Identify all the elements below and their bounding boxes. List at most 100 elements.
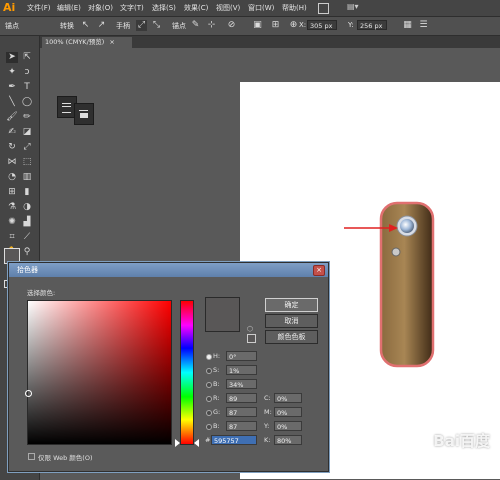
line-tool-icon[interactable]: ╲	[6, 97, 18, 108]
magic-wand-icon[interactable]: ✦	[6, 67, 18, 78]
transform-icon[interactable]: ⊕	[288, 20, 299, 31]
shape-builder-icon[interactable]: ◔	[6, 172, 18, 183]
watermark-logo: Bai百度	[433, 432, 490, 450]
dialog-title-bar: 拾色器 ×	[9, 263, 328, 277]
hue-slider[interactable]	[180, 300, 194, 445]
device-illustration[interactable]	[340, 198, 440, 368]
saturation-label: S:	[213, 366, 220, 374]
cancel-button[interactable]: 取消	[265, 314, 318, 328]
scale-icon[interactable]: ⤢	[21, 142, 33, 153]
mesh-icon[interactable]: ⊞	[6, 187, 18, 198]
x-label: X:	[299, 21, 307, 29]
device-small-button	[391, 247, 401, 257]
hue-slider-left-marker[interactable]	[175, 439, 180, 447]
paintbrush-icon[interactable]: 🖌	[6, 112, 18, 123]
blue-input[interactable]: 87	[226, 421, 257, 431]
connect-path-icon[interactable]: ⊹	[206, 20, 217, 31]
convert-smooth-icon[interactable]: ↗	[96, 20, 107, 31]
green-radio[interactable]	[206, 410, 212, 416]
pen-tool-icon[interactable]: ✒	[6, 82, 18, 93]
workspace-icon[interactable]	[318, 3, 329, 14]
artboard-tool-icon[interactable]: ⌗	[6, 232, 18, 243]
ok-button[interactable]: 确定	[265, 298, 318, 312]
red-label: R:	[213, 394, 220, 402]
hex-input[interactable]: 595757	[211, 435, 257, 445]
panel-menu-icon[interactable]: ☰	[418, 20, 429, 31]
hue-input[interactable]: 0°	[226, 351, 257, 361]
red-input[interactable]: 89	[226, 393, 257, 403]
color-swatches-button[interactable]: 颜色色板	[265, 330, 318, 344]
slice-tool-icon[interactable]: ⟋	[21, 232, 33, 243]
saturation-brightness-field[interactable]	[27, 300, 172, 445]
brightness-radio[interactable]	[206, 382, 212, 388]
lasso-icon[interactable]: ↄ	[21, 67, 33, 78]
close-tab-icon[interactable]: ×	[109, 38, 114, 46]
black-input[interactable]: 80%	[274, 435, 302, 445]
green-label: G:	[213, 408, 221, 416]
select-color-label: 选择颜色:	[27, 289, 56, 297]
graph-tool-icon[interactable]: ▟	[21, 217, 33, 228]
document-tab[interactable]: 100% (CMYK/预览) ×	[42, 37, 132, 48]
floating-panel-icon-2[interactable]	[74, 103, 94, 125]
menu-object[interactable]: 对象(O)	[88, 3, 113, 13]
convert-corner-icon[interactable]: ↖	[80, 20, 91, 31]
hex-label: #	[205, 436, 211, 444]
align-icon[interactable]: ⊞	[270, 20, 281, 31]
direct-selection-tool-icon[interactable]: ⇱	[21, 52, 33, 63]
remove-anchor-icon[interactable]: ✎	[190, 20, 201, 31]
brightness-input[interactable]: 34%	[226, 379, 257, 389]
hue-slider-right-marker[interactable]	[194, 439, 199, 447]
zoom-tool-icon[interactable]: ⚲	[21, 247, 33, 258]
gradient-icon[interactable]: ▮	[21, 187, 33, 198]
x-field[interactable]: 305 px	[307, 20, 337, 30]
isolate-icon[interactable]: ▣	[252, 20, 263, 31]
menu-window[interactable]: 窗口(W)	[248, 3, 274, 13]
menu-help[interactable]: 帮助(H)	[282, 3, 307, 13]
blue-radio[interactable]	[206, 424, 212, 430]
menu-type[interactable]: 文字(T)	[120, 3, 144, 13]
color-picker-cursor[interactable]	[25, 390, 32, 397]
red-radio[interactable]	[206, 396, 212, 402]
eraser-icon[interactable]: ◪	[21, 127, 33, 138]
menu-edit[interactable]: 编辑(E)	[57, 3, 81, 13]
type-tool-icon[interactable]: T	[21, 82, 33, 93]
cyan-input[interactable]: 0%	[274, 393, 302, 403]
hide-handles-icon[interactable]: ⤡	[151, 20, 162, 31]
brightness-label: B:	[213, 380, 220, 388]
eyedropper-icon[interactable]: ⚗	[6, 202, 18, 213]
blend-icon[interactable]: ◑	[21, 202, 33, 213]
menu-bar: Ai 文件(F) 编辑(E) 对象(O) 文字(T) 选择(S) 效果(C) 视…	[0, 0, 500, 17]
green-input[interactable]: 87	[226, 407, 257, 417]
magenta-input[interactable]: 0%	[274, 407, 302, 417]
arrange-icon[interactable]: ▤▾	[347, 2, 359, 11]
menu-file[interactable]: 文件(F)	[27, 3, 51, 13]
saturation-input[interactable]: 1%	[226, 365, 257, 375]
close-icon[interactable]: ×	[313, 265, 325, 276]
menu-view[interactable]: 视图(V)	[216, 3, 240, 13]
blob-brush-icon[interactable]: ✍	[6, 127, 18, 138]
menu-select[interactable]: 选择(S)	[152, 3, 176, 13]
web-safe-swatch[interactable]	[247, 334, 256, 343]
saturation-radio[interactable]	[206, 368, 212, 374]
watermark-url: jingyan.baidu.com	[417, 456, 482, 464]
symbol-sprayer-icon[interactable]: ✺	[6, 217, 18, 228]
cube-icon[interactable]: ⬡	[247, 325, 253, 333]
cut-path-icon[interactable]: ⊘	[226, 20, 237, 31]
grid-icon[interactable]: ▦	[402, 20, 413, 31]
show-handles-icon[interactable]: ⤢	[136, 20, 147, 31]
ellipse-tool-icon[interactable]: ◯	[21, 97, 33, 108]
magenta-label: M:	[264, 408, 272, 416]
perspective-icon[interactable]: ▥	[21, 172, 33, 183]
selection-tool-icon[interactable]: ➤	[6, 52, 18, 63]
width-tool-icon[interactable]: ⋈	[6, 157, 18, 168]
y-field[interactable]: 256 px	[357, 20, 387, 30]
control-bar: 锚点 转换 ↖ ↗ 手柄 ⤢ ⤡ 锚点 ✎ ⊹ ⊘ ▣ ⊞ ⊕ X: 305 p…	[0, 17, 500, 36]
web-only-checkbox[interactable]	[28, 453, 35, 460]
free-transform-icon[interactable]: ⬚	[21, 157, 33, 168]
pencil-icon[interactable]: ✏	[21, 112, 33, 123]
hue-radio[interactable]	[206, 354, 212, 360]
new-color-swatch	[205, 297, 240, 332]
yellow-input[interactable]: 0%	[274, 421, 302, 431]
rotate-icon[interactable]: ↻	[6, 142, 18, 153]
menu-effect[interactable]: 效果(C)	[184, 3, 208, 13]
